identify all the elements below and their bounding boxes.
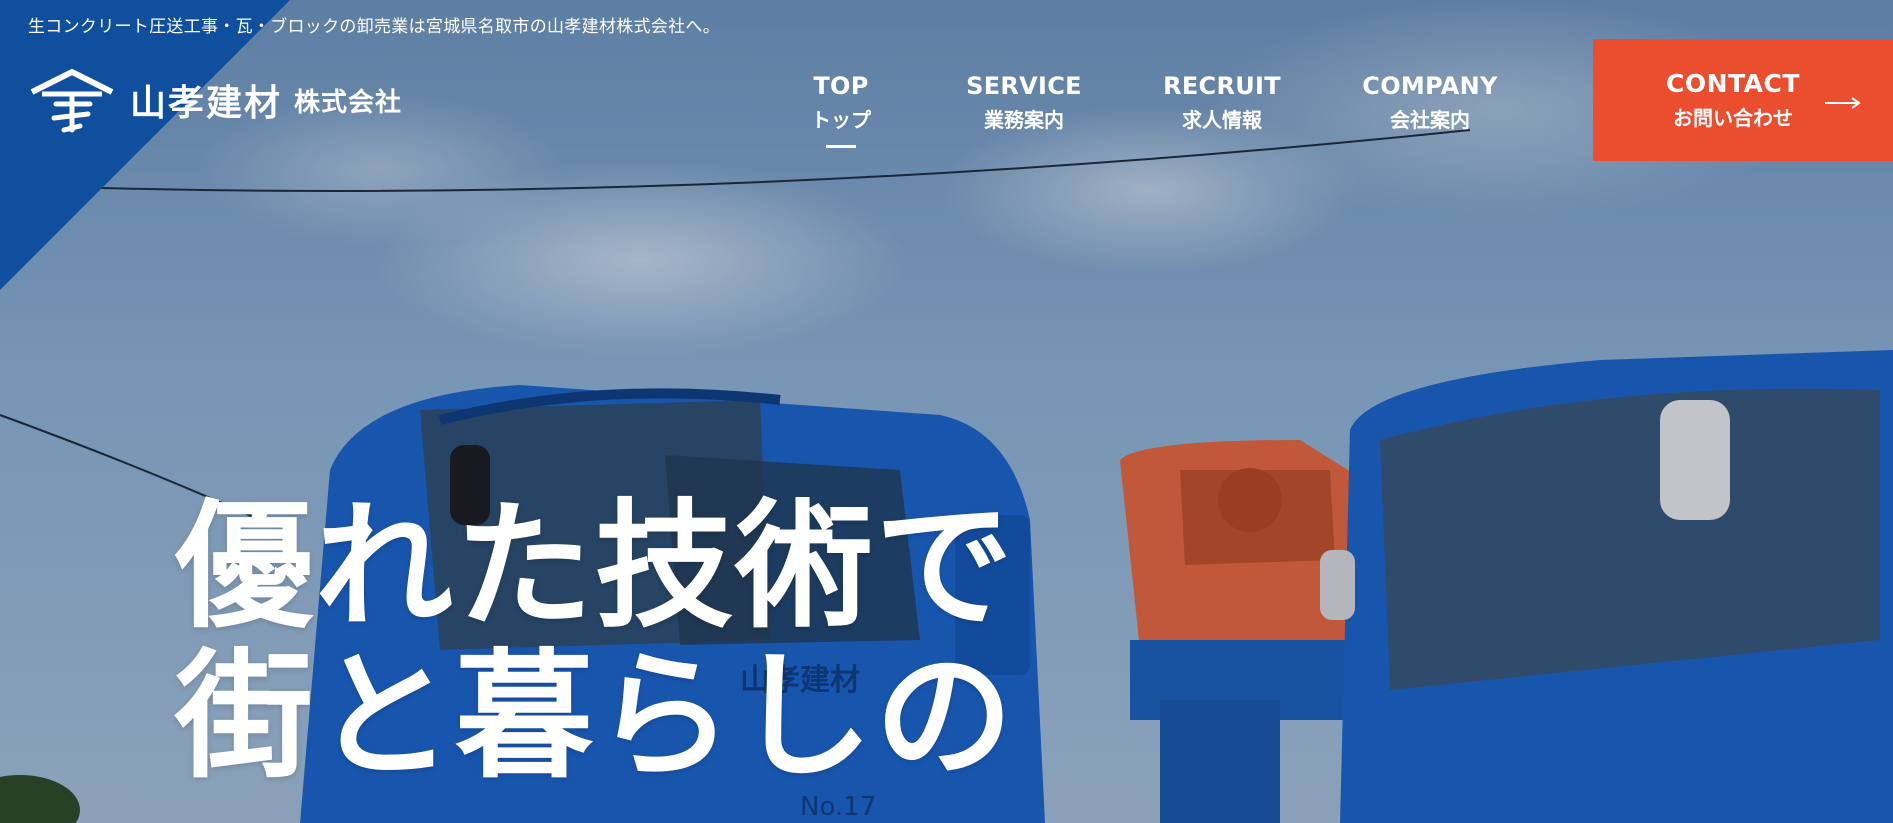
- contact-jp-label: お問い合わせ: [1672, 106, 1793, 130]
- hero-headline-line: 街と暮らしの: [175, 636, 1016, 797]
- contact-button[interactable]: CONTACT お問い合わせ: [1593, 39, 1893, 161]
- nav-item-jp-label: 業務案内: [984, 108, 1064, 132]
- hero-headline-line: 優れた技術で: [175, 486, 1016, 647]
- nav-item-en-label: RECRUIT: [1163, 72, 1281, 100]
- nav-item-jp-label: 求人情報: [1181, 108, 1262, 132]
- contact-label: CONTACT お問い合わせ: [1666, 69, 1800, 131]
- site-tagline: 生コンクリート圧送工事・瓦・ブロックの卸売業は宮城県名取市の山孝建材株式会社へ。: [28, 17, 720, 37]
- hero-headline: 優れた技術で 街と暮らしの: [175, 492, 1015, 792]
- nav-active-indicator: [826, 145, 856, 148]
- nav-item-top[interactable]: TOP トップ: [811, 72, 871, 148]
- nav-item-en-label: SERVICE: [966, 72, 1082, 100]
- nav-item-en-label: COMPANY: [1362, 72, 1498, 100]
- nav-item-jp-label: 会社案内: [1390, 108, 1470, 132]
- nav-item-en-label: TOP: [813, 72, 869, 100]
- contact-en-label: CONTACT: [1666, 69, 1800, 98]
- arrow-right-icon: [1825, 97, 1861, 109]
- nav-item-company[interactable]: COMPANY 会社案内: [1362, 72, 1497, 133]
- nav-item-jp-label: トップ: [811, 108, 871, 132]
- nav-item-service[interactable]: SERVICE 業務案内: [966, 72, 1082, 133]
- nav-item-recruit[interactable]: RECRUIT 求人情報: [1163, 72, 1281, 133]
